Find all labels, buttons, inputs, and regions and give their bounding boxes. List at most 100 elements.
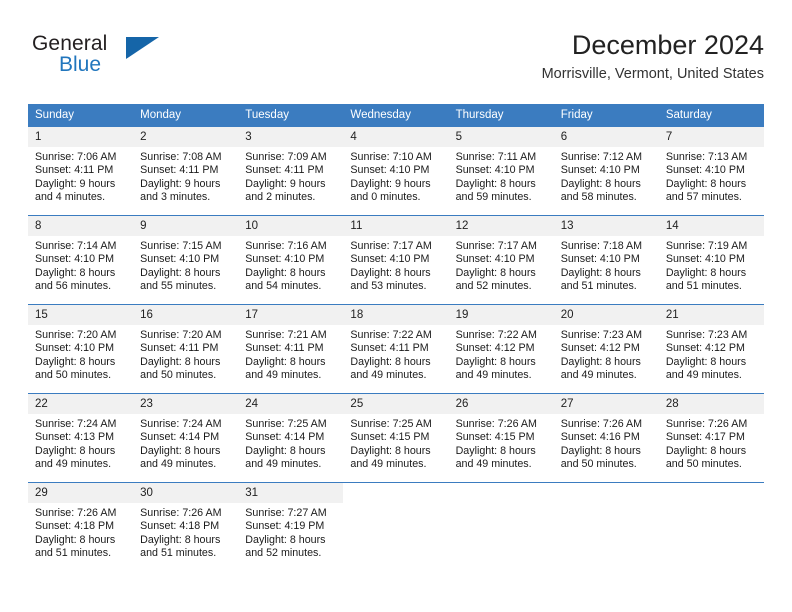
sunset-text: Sunset: 4:12 PM xyxy=(455,342,535,355)
daylight-text-line1: Daylight: 8 hours xyxy=(560,444,641,457)
calendar-day-cell[interactable]: 31 Sunrise: 7:27 AM Sunset: 4:19 PM Dayligh… xyxy=(238,482,344,571)
calendar-day-cell[interactable]: 8 Sunrise: 7:14 AM Sunset: 4:10 PM Daylight… xyxy=(28,215,134,305)
calendar-header-row: Sunday Monday Tuesday Wednesday Thursday… xyxy=(28,104,764,127)
calendar-day-cell[interactable]: 12 Sunrise: 7:17 AM Sunset: 4:10 PM Dayligh… xyxy=(448,215,554,305)
calendar-day-cell[interactable]: 30 Sunrise: 7:26 AM Sunset: 4:18 PM Dayligh… xyxy=(133,482,239,571)
daylight-text-line1: Daylight: 8 hours xyxy=(560,355,641,368)
general-blue-logo[interactable]: General Blue xyxy=(32,32,212,90)
day-details: Sunrise: 7:14 AM Sunset: 4:10 PM Daylight:… xyxy=(28,236,133,293)
calendar-day-cell[interactable]: 2 Sunrise: 7:08 AM Sunset: 4:11 PM Daylight… xyxy=(133,126,239,216)
calendar-day-cell[interactable]: 5 Sunrise: 7:11 AM Sunset: 4:10 PM Daylight… xyxy=(448,126,554,216)
daylight-text-line2: and 50 minutes. xyxy=(140,368,217,381)
day-number: 15 xyxy=(28,305,134,325)
calendar-day-cell[interactable]: 14 Sunrise: 7:19 AM Sunset: 4:10 PM Dayligh… xyxy=(658,215,764,305)
day-number: 26 xyxy=(448,394,554,414)
daylight-text-line2: and 51 minutes. xyxy=(560,279,637,292)
calendar-day-cell[interactable]: 28 Sunrise: 7:26 AM Sunset: 4:17 PM Dayligh… xyxy=(658,393,764,483)
day-details: Sunrise: 7:27 AM Sunset: 4:19 PM Daylight:… xyxy=(238,503,343,560)
daylight-text-line2: and 53 minutes. xyxy=(350,279,427,292)
logo-triangle-icon xyxy=(126,37,159,59)
sunrise-text: Sunrise: 7:19 AM xyxy=(665,240,748,252)
daylight-text-line1: Daylight: 8 hours xyxy=(350,266,431,279)
day-details: Sunrise: 7:22 AM Sunset: 4:12 PM Daylight:… xyxy=(449,325,554,382)
calendar-week-row: 22 Sunrise: 7:24 AM Sunset: 4:13 PM Dayligh… xyxy=(28,393,764,483)
sunset-text: Sunset: 4:12 PM xyxy=(560,342,640,355)
calendar-day-cell[interactable]: 23 Sunrise: 7:24 AM Sunset: 4:14 PM Dayligh… xyxy=(133,393,239,483)
sunset-text: Sunset: 4:17 PM xyxy=(665,431,745,444)
calendar-day-cell[interactable]: 29 Sunrise: 7:26 AM Sunset: 4:18 PM Dayligh… xyxy=(28,482,134,571)
daylight-text-line1: Daylight: 8 hours xyxy=(560,177,641,190)
calendar-day-cell[interactable]: 26 Sunrise: 7:26 AM Sunset: 4:15 PM Dayligh… xyxy=(448,393,554,483)
day-details: Sunrise: 7:20 AM Sunset: 4:10 PM Daylight:… xyxy=(28,325,133,382)
sunset-text: Sunset: 4:14 PM xyxy=(140,431,220,444)
day-number xyxy=(553,483,659,503)
daylight-text-line1: Daylight: 8 hours xyxy=(455,177,536,190)
daylight-text-line2: and 59 minutes. xyxy=(455,190,532,203)
sunrise-text: Sunrise: 7:26 AM xyxy=(560,418,643,430)
calendar-day-cell[interactable]: 9 Sunrise: 7:15 AM Sunset: 4:10 PM Daylight… xyxy=(133,215,239,305)
sunrise-text: Sunrise: 7:24 AM xyxy=(35,418,117,430)
day-number: 25 xyxy=(343,394,449,414)
day-number: 31 xyxy=(238,483,344,503)
day-number: 17 xyxy=(238,305,344,325)
calendar-day-cell[interactable]: 20 Sunrise: 7:23 AM Sunset: 4:12 PM Dayligh… xyxy=(553,304,659,394)
day-number: 24 xyxy=(238,394,344,414)
sunrise-text: Sunrise: 7:26 AM xyxy=(140,507,222,519)
day-number: 7 xyxy=(658,127,764,147)
sunrise-text: Sunrise: 7:10 AM xyxy=(350,151,432,163)
day-details: Sunrise: 7:18 AM Sunset: 4:10 PM Daylight:… xyxy=(554,236,659,293)
day-details: Sunrise: 7:09 AM Sunset: 4:11 PM Daylight:… xyxy=(238,147,343,204)
calendar-day-cell[interactable]: 24 Sunrise: 7:25 AM Sunset: 4:14 PM Dayligh… xyxy=(238,393,344,483)
day-details: Sunrise: 7:23 AM Sunset: 4:12 PM Daylight:… xyxy=(659,325,764,382)
calendar-day-cell[interactable]: 16 Sunrise: 7:20 AM Sunset: 4:11 PM Dayligh… xyxy=(133,304,239,394)
location-subtitle: Morrisville, Vermont, United States xyxy=(541,66,764,82)
calendar-day-cell[interactable]: 11 Sunrise: 7:17 AM Sunset: 4:10 PM Dayligh… xyxy=(343,215,449,305)
sunset-text: Sunset: 4:11 PM xyxy=(350,342,429,355)
calendar-day-cell[interactable]: 7 Sunrise: 7:13 AM Sunset: 4:10 PM Daylight… xyxy=(658,126,764,216)
daylight-text-line1: Daylight: 8 hours xyxy=(140,533,221,546)
daylight-text-line2: and 58 minutes. xyxy=(560,190,637,203)
sunset-text: Sunset: 4:11 PM xyxy=(140,342,219,355)
calendar-day-cell[interactable]: 25 Sunrise: 7:25 AM Sunset: 4:15 PM Dayligh… xyxy=(343,393,449,483)
day-number: 12 xyxy=(448,216,554,236)
daylight-text-line2: and 50 minutes. xyxy=(560,457,637,470)
daylight-text-line2: and 49 minutes. xyxy=(245,457,322,470)
day-number: 19 xyxy=(448,305,554,325)
calendar-day-cell[interactable]: 3 Sunrise: 7:09 AM Sunset: 4:11 PM Daylight… xyxy=(238,126,344,216)
calendar-day-cell[interactable]: 4 Sunrise: 7:10 AM Sunset: 4:10 PM Daylight… xyxy=(343,126,449,216)
day-details: Sunrise: 7:24 AM Sunset: 4:13 PM Daylight:… xyxy=(28,414,133,471)
weekday-header-wednesday: Wednesday xyxy=(343,104,449,127)
sunset-text: Sunset: 4:10 PM xyxy=(455,253,535,266)
daylight-text-line2: and 52 minutes. xyxy=(245,546,322,559)
daylight-text-line2: and 0 minutes. xyxy=(350,190,421,203)
calendar-day-cell[interactable]: 10 Sunrise: 7:16 AM Sunset: 4:10 PM Dayligh… xyxy=(238,215,344,305)
day-number: 16 xyxy=(133,305,239,325)
calendar-day-cell[interactable]: 27 Sunrise: 7:26 AM Sunset: 4:16 PM Dayligh… xyxy=(553,393,659,483)
daylight-text-line1: Daylight: 8 hours xyxy=(140,444,221,457)
calendar-day-cell[interactable]: 6 Sunrise: 7:12 AM Sunset: 4:10 PM Daylight… xyxy=(553,126,659,216)
day-number: 10 xyxy=(238,216,344,236)
calendar-day-cell[interactable]: 19 Sunrise: 7:22 AM Sunset: 4:12 PM Dayligh… xyxy=(448,304,554,394)
sunset-text: Sunset: 4:19 PM xyxy=(245,520,325,533)
sunrise-text: Sunrise: 7:23 AM xyxy=(665,329,748,341)
calendar-week-row: 1 Sunrise: 7:06 AM Sunset: 4:11 PM Daylight… xyxy=(28,126,764,216)
day-details: Sunrise: 7:17 AM Sunset: 4:10 PM Daylight:… xyxy=(343,236,448,293)
calendar-day-cell[interactable]: 18 Sunrise: 7:22 AM Sunset: 4:11 PM Dayligh… xyxy=(343,304,449,394)
calendar-day-cell[interactable]: 21 Sunrise: 7:23 AM Sunset: 4:12 PM Dayligh… xyxy=(658,304,764,394)
calendar-day-cell-empty xyxy=(448,482,554,571)
sunset-text: Sunset: 4:18 PM xyxy=(140,520,220,533)
daylight-text-line1: Daylight: 8 hours xyxy=(245,266,326,279)
day-number xyxy=(658,483,764,503)
calendar-day-cell[interactable]: 1 Sunrise: 7:06 AM Sunset: 4:11 PM Daylight… xyxy=(28,126,134,216)
daylight-text-line1: Daylight: 8 hours xyxy=(665,266,747,279)
calendar-day-cell[interactable]: 17 Sunrise: 7:21 AM Sunset: 4:11 PM Dayligh… xyxy=(238,304,344,394)
sunrise-text: Sunrise: 7:26 AM xyxy=(35,507,117,519)
weekday-header-thursday: Thursday xyxy=(448,104,554,127)
day-number: 18 xyxy=(343,305,449,325)
day-number: 23 xyxy=(133,394,239,414)
calendar-day-cell[interactable]: 13 Sunrise: 7:18 AM Sunset: 4:10 PM Dayligh… xyxy=(553,215,659,305)
calendar-day-cell[interactable]: 15 Sunrise: 7:20 AM Sunset: 4:10 PM Dayligh… xyxy=(28,304,134,394)
weekday-header-friday: Friday xyxy=(553,104,659,127)
calendar-day-cell[interactable]: 22 Sunrise: 7:24 AM Sunset: 4:13 PM Dayligh… xyxy=(28,393,134,483)
sunrise-text: Sunrise: 7:26 AM xyxy=(455,418,537,430)
